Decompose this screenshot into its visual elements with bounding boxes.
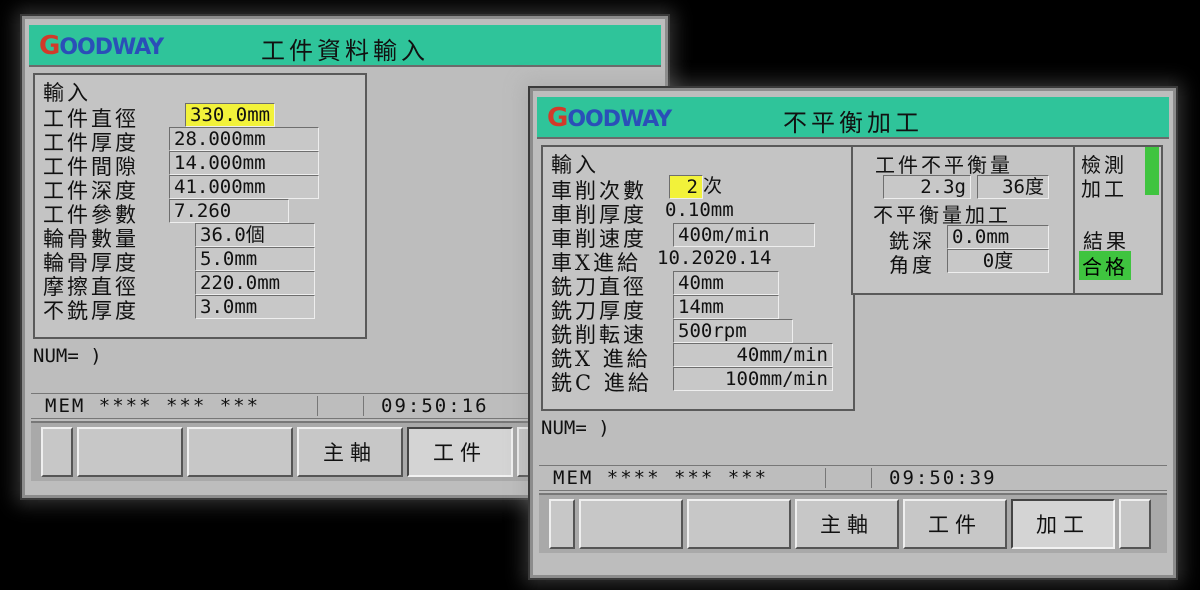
status-bar: MEM **** *** *** 09:50:39: [539, 465, 1167, 491]
mem-status: MEM **** *** ***: [553, 467, 769, 489]
clock: 09:50:39: [889, 467, 997, 489]
angle-label: 角度: [889, 253, 935, 277]
imbalance-value: 2.3g: [883, 175, 971, 199]
turning-thickness-field[interactable]: 0.10mm: [665, 199, 734, 221]
workpiece-depth-field[interactable]: 41.000mm: [169, 175, 319, 199]
imbalance-angle: 36度: [977, 175, 1049, 199]
mill-rpm-field[interactable]: 500rpm: [673, 319, 793, 343]
screen-title: 不平衡加工: [783, 109, 923, 137]
mem-status: MEM **** *** ***: [45, 395, 261, 417]
spoke-thickness-field[interactable]: 5.0mm: [195, 247, 315, 271]
softkey-3[interactable]: [187, 427, 293, 477]
softkey-2[interactable]: [77, 427, 183, 477]
softkey-2[interactable]: [579, 499, 683, 549]
softkey-bar: 主軸 工件 加工: [539, 493, 1167, 553]
mill-diameter-field[interactable]: 40mm: [673, 271, 779, 295]
workpiece-thickness-field[interactable]: 28.000mm: [169, 127, 319, 151]
softkey-3[interactable]: [687, 499, 791, 549]
friction-diameter-field[interactable]: 220.0mm: [195, 271, 315, 295]
result-label: 結果: [1083, 229, 1129, 253]
depth-value: 0.0mm: [947, 225, 1049, 249]
screen-title: 工件資料輸入: [261, 37, 429, 65]
softkey-machining[interactable]: 加工: [1011, 499, 1115, 549]
input-panel: 輸入 工件直徑 330.0mm 工件厚度 28.000mm 工件間隙 14.00…: [33, 73, 367, 339]
workpiece-diameter-field[interactable]: 330.0mm: [185, 103, 275, 127]
title-bar: GOODWAY 工件資料輸入: [29, 25, 661, 67]
mill-x-feed-field[interactable]: 40mm/min: [673, 343, 833, 367]
mill-c-feed-field[interactable]: 100mm/min: [673, 367, 833, 391]
imbalance-info-panel: 工件不平衡量 2.3g 36度 不平衡量加工 銑深 0.0mm 角度 0度: [851, 145, 1077, 295]
pass-badge: 合格: [1079, 251, 1131, 280]
workpiece-gap-field[interactable]: 14.000mm: [169, 151, 319, 175]
screen-imbalance-machining: GOODWAY 不平衡加工 輸入 車削次數 2 次 車削厚度 0.10mm 車削…: [530, 88, 1176, 578]
machining-label: 不平衡量加工: [873, 203, 1011, 227]
num-prompt[interactable]: NUM= ): [541, 417, 610, 439]
softkey-1[interactable]: [41, 427, 73, 477]
turning-speed-field[interactable]: 400m/min: [673, 223, 815, 247]
softkey-spindle[interactable]: 主軸: [795, 499, 899, 549]
row-label: 不銑厚度: [43, 299, 139, 323]
workpiece-param-field[interactable]: 7.260: [169, 199, 289, 223]
softkey-1[interactable]: [549, 499, 575, 549]
spoke-count-field[interactable]: 36.0個: [195, 223, 315, 247]
softkey-workpiece[interactable]: 工件: [903, 499, 1007, 549]
imbalance-label: 工件不平衡量: [875, 153, 1013, 177]
title-bar: GOODWAY 不平衡加工: [537, 97, 1169, 139]
softkey-workpiece[interactable]: 工件: [407, 427, 513, 477]
clock: 09:50:16: [381, 395, 489, 417]
machining-side-label: 加工: [1081, 177, 1127, 201]
turning-count-field[interactable]: 2: [669, 175, 703, 199]
input-panel: 輸入 車削次數 2 次 車削厚度 0.10mm 車削速度 400m/min 車X…: [541, 145, 855, 411]
softkey-7[interactable]: [1119, 499, 1151, 549]
status-indicator: [1145, 147, 1159, 195]
row-label: 銑C 進給: [551, 371, 652, 395]
num-prompt[interactable]: NUM= ): [33, 345, 102, 367]
status-side-panel: 檢測 加工 結果 合格: [1073, 145, 1163, 295]
turning-count-unit: 次: [703, 175, 723, 197]
angle-value: 0度: [947, 249, 1049, 273]
mill-thickness-field[interactable]: 14mm: [673, 295, 779, 319]
softkey-spindle[interactable]: 主軸: [297, 427, 403, 477]
turning-x-feed-field[interactable]: 10.2020.14: [657, 247, 771, 269]
no-mill-thickness-field[interactable]: 3.0mm: [195, 295, 315, 319]
